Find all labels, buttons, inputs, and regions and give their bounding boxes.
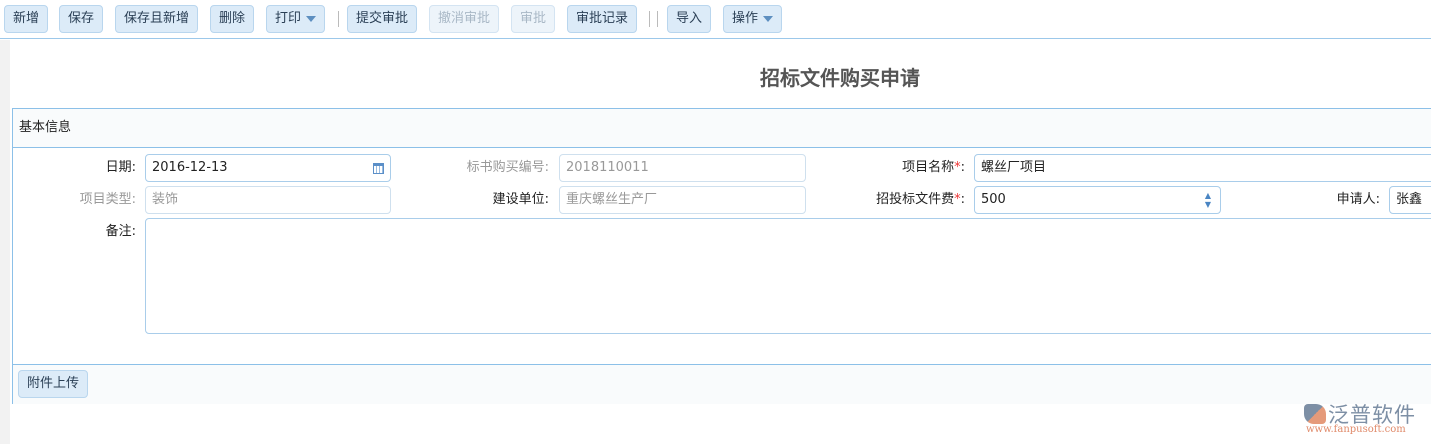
fee-value: 500 [981, 192, 1006, 207]
builder-input[interactable]: 重庆螺丝生产厂 [559, 186, 806, 214]
submit-approval-button[interactable]: 提交审批 [347, 5, 418, 33]
fee-label-text: 招投标文件费 [876, 192, 955, 207]
left-strip [0, 40, 10, 444]
fee-label: 招投标文件费*: [845, 186, 965, 213]
new-button[interactable]: 新增 [4, 5, 49, 33]
date-value: 2016-12-13 [152, 160, 228, 175]
remark-textarea[interactable] [145, 218, 1431, 334]
divider [649, 11, 650, 27]
project-name-label-text: 项目名称 [902, 160, 955, 175]
remark-label: 备注: [105, 224, 136, 239]
delete-button[interactable]: 删除 [210, 5, 255, 33]
project-type-input[interactable]: 装饰 [145, 186, 391, 214]
save-and-new-button[interactable]: 保存且新增 [115, 5, 199, 33]
print-button[interactable]: 打印 [266, 5, 326, 33]
builder-label: 建设单位: [492, 192, 549, 207]
colon: : [960, 160, 965, 175]
upload-attachment-button[interactable]: 附件上传 [18, 370, 89, 398]
operate-label: 操作 [732, 11, 759, 26]
divider [657, 11, 658, 27]
caret-down-icon [306, 15, 317, 22]
calendar-icon[interactable] [373, 163, 384, 174]
approval-log-button[interactable]: 审批记录 [567, 5, 638, 33]
caret-down-icon [763, 15, 774, 22]
revoke-approval-button[interactable]: 撤消审批 [429, 5, 500, 33]
date-input[interactable]: 2016-12-13 [145, 154, 391, 182]
doc-no-label: 标书购买编号: [466, 160, 549, 175]
date-label: 日期: [105, 160, 136, 175]
section-title: 基本信息 [13, 109, 1431, 148]
applicant-input[interactable]: 张鑫 [1389, 186, 1431, 214]
project-name-label: 项目名称*: [845, 154, 965, 181]
save-button[interactable]: 保存 [59, 5, 104, 33]
operate-button[interactable]: 操作 [723, 5, 783, 33]
toolbar: 新增 保存 保存且新增 删除 打印 提交审批 撤消审批 审批 审批记录 导入 操… [0, 0, 1431, 39]
print-label: 打印 [275, 11, 302, 26]
logo-url: www.fanpusoft.com [1306, 424, 1406, 435]
logo-mark-icon [1304, 404, 1326, 424]
attachment-bar: 附件上传 [13, 364, 1431, 404]
import-button[interactable]: 导入 [667, 5, 712, 33]
applicant-label: 申请人: [1336, 192, 1380, 207]
page-title: 招标文件购买申请 [760, 66, 920, 90]
project-type-label: 项目类型: [79, 192, 136, 207]
brand-logo: 泛普软件 www.fanpusoft.com [1300, 398, 1430, 442]
doc-no-input[interactable]: 2018110011 [559, 154, 806, 182]
fee-input[interactable]: 500 ▲ ▼ [974, 186, 1221, 214]
divider [338, 11, 339, 27]
spinner-icon[interactable]: ▲ ▼ [1205, 191, 1211, 209]
basic-info-panel: 基本信息 日期: 2016-12-13 标书购买编号: 2018110011 项… [12, 108, 1431, 404]
colon: : [960, 192, 965, 207]
approve-button[interactable]: 审批 [511, 5, 556, 33]
project-name-input[interactable]: 螺丝厂项目 [974, 154, 1431, 182]
